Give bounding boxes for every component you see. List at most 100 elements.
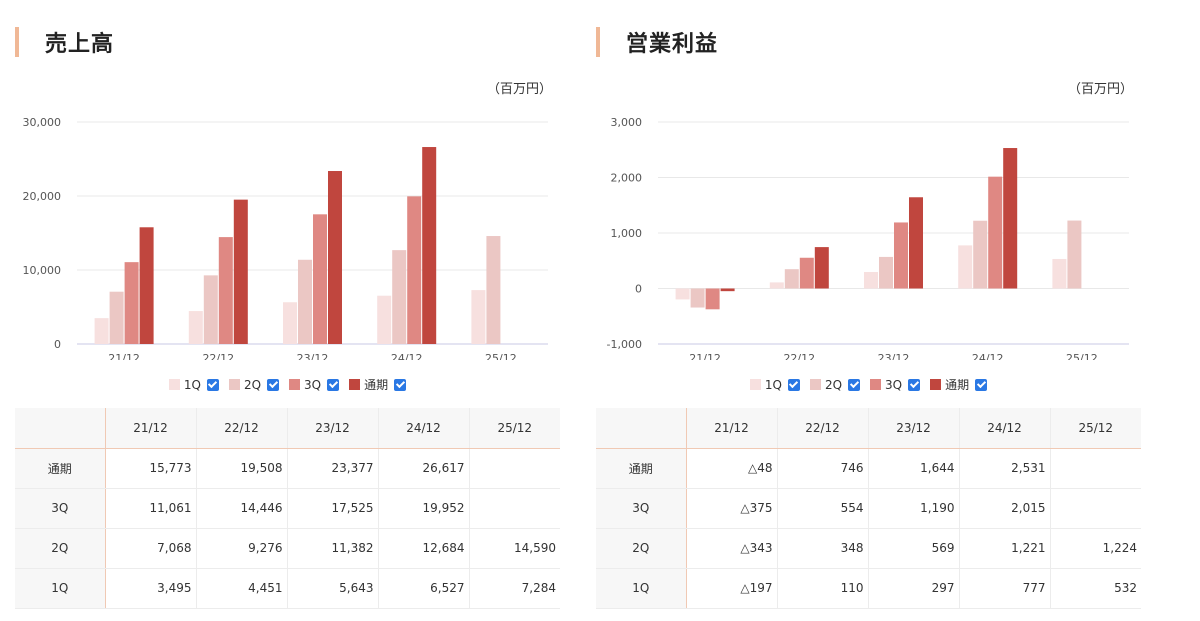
legend-swatch bbox=[168, 379, 180, 390]
legend-swatch bbox=[289, 379, 301, 390]
table-cell: 12,684 bbox=[378, 528, 470, 569]
table-row: 3Q △375 554 1,190 2,015 bbox=[596, 488, 1141, 529]
sales-chart: 0 10,000 20,000 30,000 21/12 22/12 23/12 24/12 2… bbox=[23, 116, 548, 360]
legend-item-3q[interactable]: 3Q bbox=[289, 377, 340, 392]
column-header: 25/12 bbox=[1050, 408, 1141, 449]
table-cell: 110 bbox=[777, 568, 869, 609]
sales-table: 21/12 22/12 23/12 24/12 25/12 通期 15,773 … bbox=[15, 408, 560, 609]
legend-item-1q[interactable]: 1Q bbox=[749, 378, 800, 392]
operating-profit-table: 21/12 22/12 23/12 24/12 25/12 通期 △48 746… bbox=[596, 408, 1141, 609]
bar-通期-23/12 bbox=[328, 171, 342, 344]
chart-legend: 1Q 2Q 3Q 通期 bbox=[15, 376, 560, 393]
bar-3Q-23/12 bbox=[313, 214, 327, 344]
section-title: 営業利益 bbox=[596, 27, 718, 57]
y-tick-label: 20,000 bbox=[23, 190, 62, 203]
checkbox-icon[interactable] bbox=[787, 378, 800, 391]
table-row: 3Q 11,061 14,446 17,525 19,952 bbox=[15, 488, 560, 529]
bar-1Q-21/12 bbox=[675, 288, 690, 300]
table-cell: 17,525 bbox=[287, 488, 379, 529]
chart-legend: 1Q 2Q 3Q 通期 bbox=[596, 376, 1141, 393]
table-cell: 15,773 bbox=[105, 448, 197, 489]
bar-3Q-21/12 bbox=[124, 262, 139, 344]
y-tick-label: 2,000 bbox=[611, 172, 643, 185]
bar-2Q-21/12 bbox=[109, 291, 124, 344]
legend-item-full-year[interactable]: 通期 bbox=[349, 376, 407, 393]
table-cell bbox=[1050, 488, 1141, 529]
bar-1Q-25/12 bbox=[1052, 258, 1067, 289]
row-header: 2Q bbox=[15, 528, 106, 569]
legend-label: 通期 bbox=[945, 378, 970, 392]
legend-label: 2Q bbox=[243, 377, 262, 392]
bar-2Q-22/12 bbox=[203, 275, 218, 344]
table-cell: 26,617 bbox=[378, 448, 470, 489]
section-title-text: 営業利益 bbox=[626, 32, 719, 57]
bar-2Q-24/12 bbox=[392, 250, 407, 344]
section-title-text: 売上高 bbox=[45, 32, 115, 57]
sales-panel: 売上高 （百万円） 0 10,000 20,000 30,000 21/12 22/12 2… bbox=[15, 0, 560, 621]
legend-label: 通期 bbox=[364, 378, 389, 392]
checkbox-icon[interactable] bbox=[975, 378, 988, 391]
bar-通期-21/12 bbox=[720, 288, 735, 292]
checkbox-icon[interactable] bbox=[394, 378, 407, 391]
table-cell: 554 bbox=[777, 488, 869, 529]
legend-item-2q[interactable]: 2Q bbox=[228, 377, 280, 392]
table-cell bbox=[469, 488, 560, 529]
checkbox-icon[interactable] bbox=[327, 378, 340, 391]
table-corner-cell bbox=[596, 408, 687, 449]
row-header: 1Q bbox=[596, 568, 687, 609]
column-header: 22/12 bbox=[196, 408, 288, 449]
table-cell: 4,451 bbox=[196, 568, 288, 609]
table-cell: △343 bbox=[686, 528, 778, 569]
table-cell bbox=[1050, 448, 1141, 489]
table-cell: 23,377 bbox=[287, 448, 379, 489]
table-cell: 19,508 bbox=[196, 448, 288, 489]
table-cell: 7,284 bbox=[469, 568, 560, 609]
table-cell: 5,643 bbox=[287, 568, 379, 609]
legend-swatch bbox=[930, 379, 942, 390]
legend-swatch bbox=[749, 379, 761, 390]
bar-通期-22/12 bbox=[233, 199, 248, 344]
checkbox-icon[interactable] bbox=[206, 378, 219, 391]
bar-2Q-21/12 bbox=[690, 288, 705, 308]
legend-item-2q[interactable]: 2Q bbox=[809, 378, 861, 392]
bar-2Q-23/12 bbox=[298, 259, 312, 344]
bar-1Q-22/12 bbox=[769, 282, 784, 289]
table-row: 2Q △343 348 569 1,221 1,224 bbox=[596, 528, 1141, 569]
legend-item-1q[interactable]: 1Q bbox=[168, 378, 219, 392]
table-row: 2Q 7,068 9,276 11,382 12,684 14,590 bbox=[15, 528, 560, 569]
unit-label: （百万円） bbox=[1067, 82, 1133, 97]
y-tick-label: 1,000 bbox=[611, 227, 643, 240]
table-row: 通期 △48 746 1,644 2,531 bbox=[596, 448, 1141, 489]
x-tick-label: 24/12 bbox=[972, 352, 1004, 360]
table-cell: 14,446 bbox=[196, 488, 288, 529]
row-header: 通期 bbox=[596, 448, 687, 489]
table-cell: 14,590 bbox=[469, 528, 560, 569]
column-header: 23/12 bbox=[868, 408, 960, 449]
legend-swatch bbox=[349, 379, 361, 390]
x-tick-label: 22/12 bbox=[202, 352, 234, 360]
bar-1Q-25/12 bbox=[471, 290, 486, 344]
x-tick-label: 25/12 bbox=[1066, 352, 1098, 360]
y-tick-label: -1,000 bbox=[607, 338, 642, 351]
operating-profit-panel: 営業利益 （百万円） -1,000 0 1,000 2,000 3,000 21/12 22… bbox=[596, 0, 1141, 621]
legend-item-3q[interactable]: 3Q bbox=[870, 377, 921, 392]
bar-3Q-24/12 bbox=[407, 196, 422, 344]
table-cell: 6,527 bbox=[378, 568, 470, 609]
bar-通期-24/12 bbox=[422, 147, 437, 344]
unit-label: （百万円） bbox=[486, 82, 552, 97]
column-header: 21/12 bbox=[105, 408, 197, 449]
checkbox-icon[interactable] bbox=[848, 378, 861, 391]
legend-label: 3Q bbox=[885, 377, 903, 392]
operating-profit-chart: -1,000 0 1,000 2,000 3,000 21/12 22/12 23/12 24/… bbox=[607, 116, 1129, 360]
title-accent-bar bbox=[596, 27, 600, 57]
bar-3Q-23/12 bbox=[894, 222, 908, 289]
row-header: 3Q bbox=[15, 488, 106, 529]
checkbox-icon[interactable] bbox=[267, 378, 280, 391]
table-cell: 1,644 bbox=[868, 448, 960, 489]
table-header-row: 21/12 22/12 23/12 24/12 25/12 bbox=[596, 408, 1141, 449]
checkbox-icon[interactable] bbox=[908, 378, 921, 391]
legend-item-full-year[interactable]: 通期 bbox=[930, 376, 988, 393]
legend-label: 3Q bbox=[304, 377, 322, 392]
table-cell: 9,276 bbox=[196, 528, 288, 569]
table-cell: 11,061 bbox=[105, 488, 197, 529]
